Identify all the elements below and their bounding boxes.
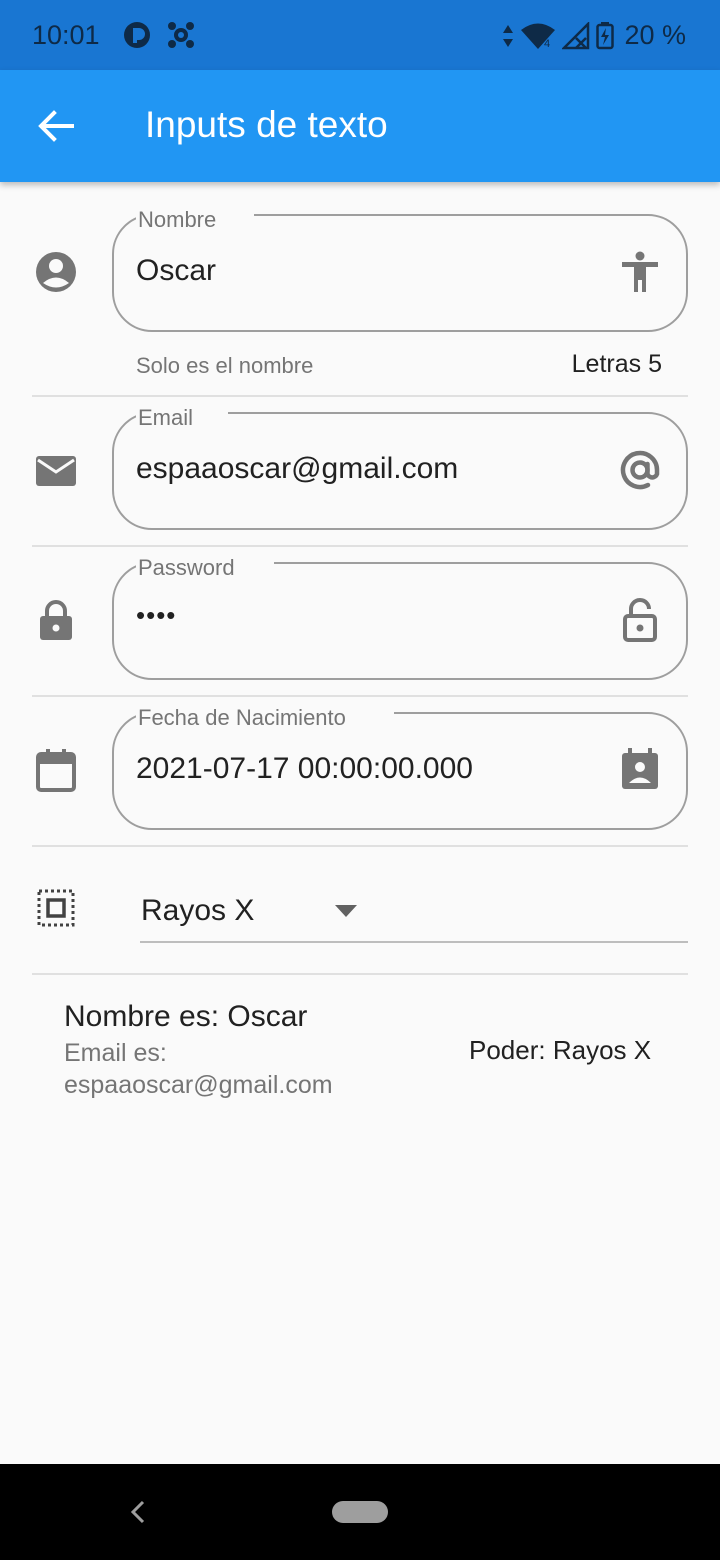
wifi-icon: 4 [521, 23, 556, 50]
dropdown-underline [140, 941, 688, 943]
poder-dropdown-value: Rayos X [141, 894, 255, 927]
nombre-helper: Solo es el nombre [136, 353, 314, 378]
alternate-email-icon [620, 450, 660, 490]
calendar-icon [36, 749, 76, 792]
divider [32, 695, 688, 697]
back-button[interactable] [34, 106, 78, 146]
email-icon [36, 456, 76, 486]
data-arrows-icon [503, 24, 514, 47]
pocket-casts-icon [124, 22, 150, 48]
page-title: Inputs de texto [145, 104, 388, 145]
nombre-label: Nombre [136, 207, 219, 233]
nombre-counter: Letras 5 [571, 350, 662, 378]
perm-contact-calendar-icon [622, 748, 658, 789]
select-all-icon [37, 889, 75, 927]
nombre-input[interactable]: Oscar [136, 254, 216, 288]
battery-percent: 20 % [624, 20, 686, 50]
arrow-back-icon [38, 110, 74, 142]
summary-name: Nombre es: Oscar [64, 1000, 308, 1033]
summary-email: Email es: espaaoscar@gmail.com [64, 1039, 333, 1099]
poder-dropdown[interactable]: Rayos X [140, 876, 688, 942]
network-badge: 4 [544, 38, 550, 50]
battery-charging-icon [596, 21, 615, 49]
status-bar: 10:01 4 20 % [0, 0, 720, 70]
status-system-icons: 4 20 % [502, 20, 686, 51]
divider [32, 545, 688, 547]
account-circle-icon [36, 252, 76, 292]
divider [32, 973, 688, 975]
accessibility-icon [622, 251, 658, 292]
password-label: Password [136, 555, 237, 581]
email-input[interactable]: espaaoscar@gmail.com [136, 452, 458, 486]
status-notification-icons [122, 20, 196, 50]
fecha-label: Fecha de Nacimiento [136, 705, 348, 731]
summary-power: Poder: Rayos X [469, 1035, 652, 1065]
divider [32, 395, 688, 397]
status-time: 10:01 [32, 20, 100, 50]
lock-open-icon [623, 598, 657, 642]
lock-icon [40, 600, 72, 640]
network-app-icon [168, 22, 194, 48]
email-label: Email [136, 405, 196, 431]
fecha-input[interactable]: 2021-07-17 00:00:00.000 [136, 752, 473, 786]
no-signal-icon [562, 21, 590, 49]
nav-home-pill[interactable] [332, 1501, 388, 1523]
divider [32, 845, 688, 847]
nav-back-icon[interactable] [128, 1498, 148, 1526]
app-bar: Inputs de texto [0, 70, 720, 182]
password-input[interactable]: •••• [136, 600, 176, 631]
arrow-drop-down-icon [335, 905, 357, 917]
